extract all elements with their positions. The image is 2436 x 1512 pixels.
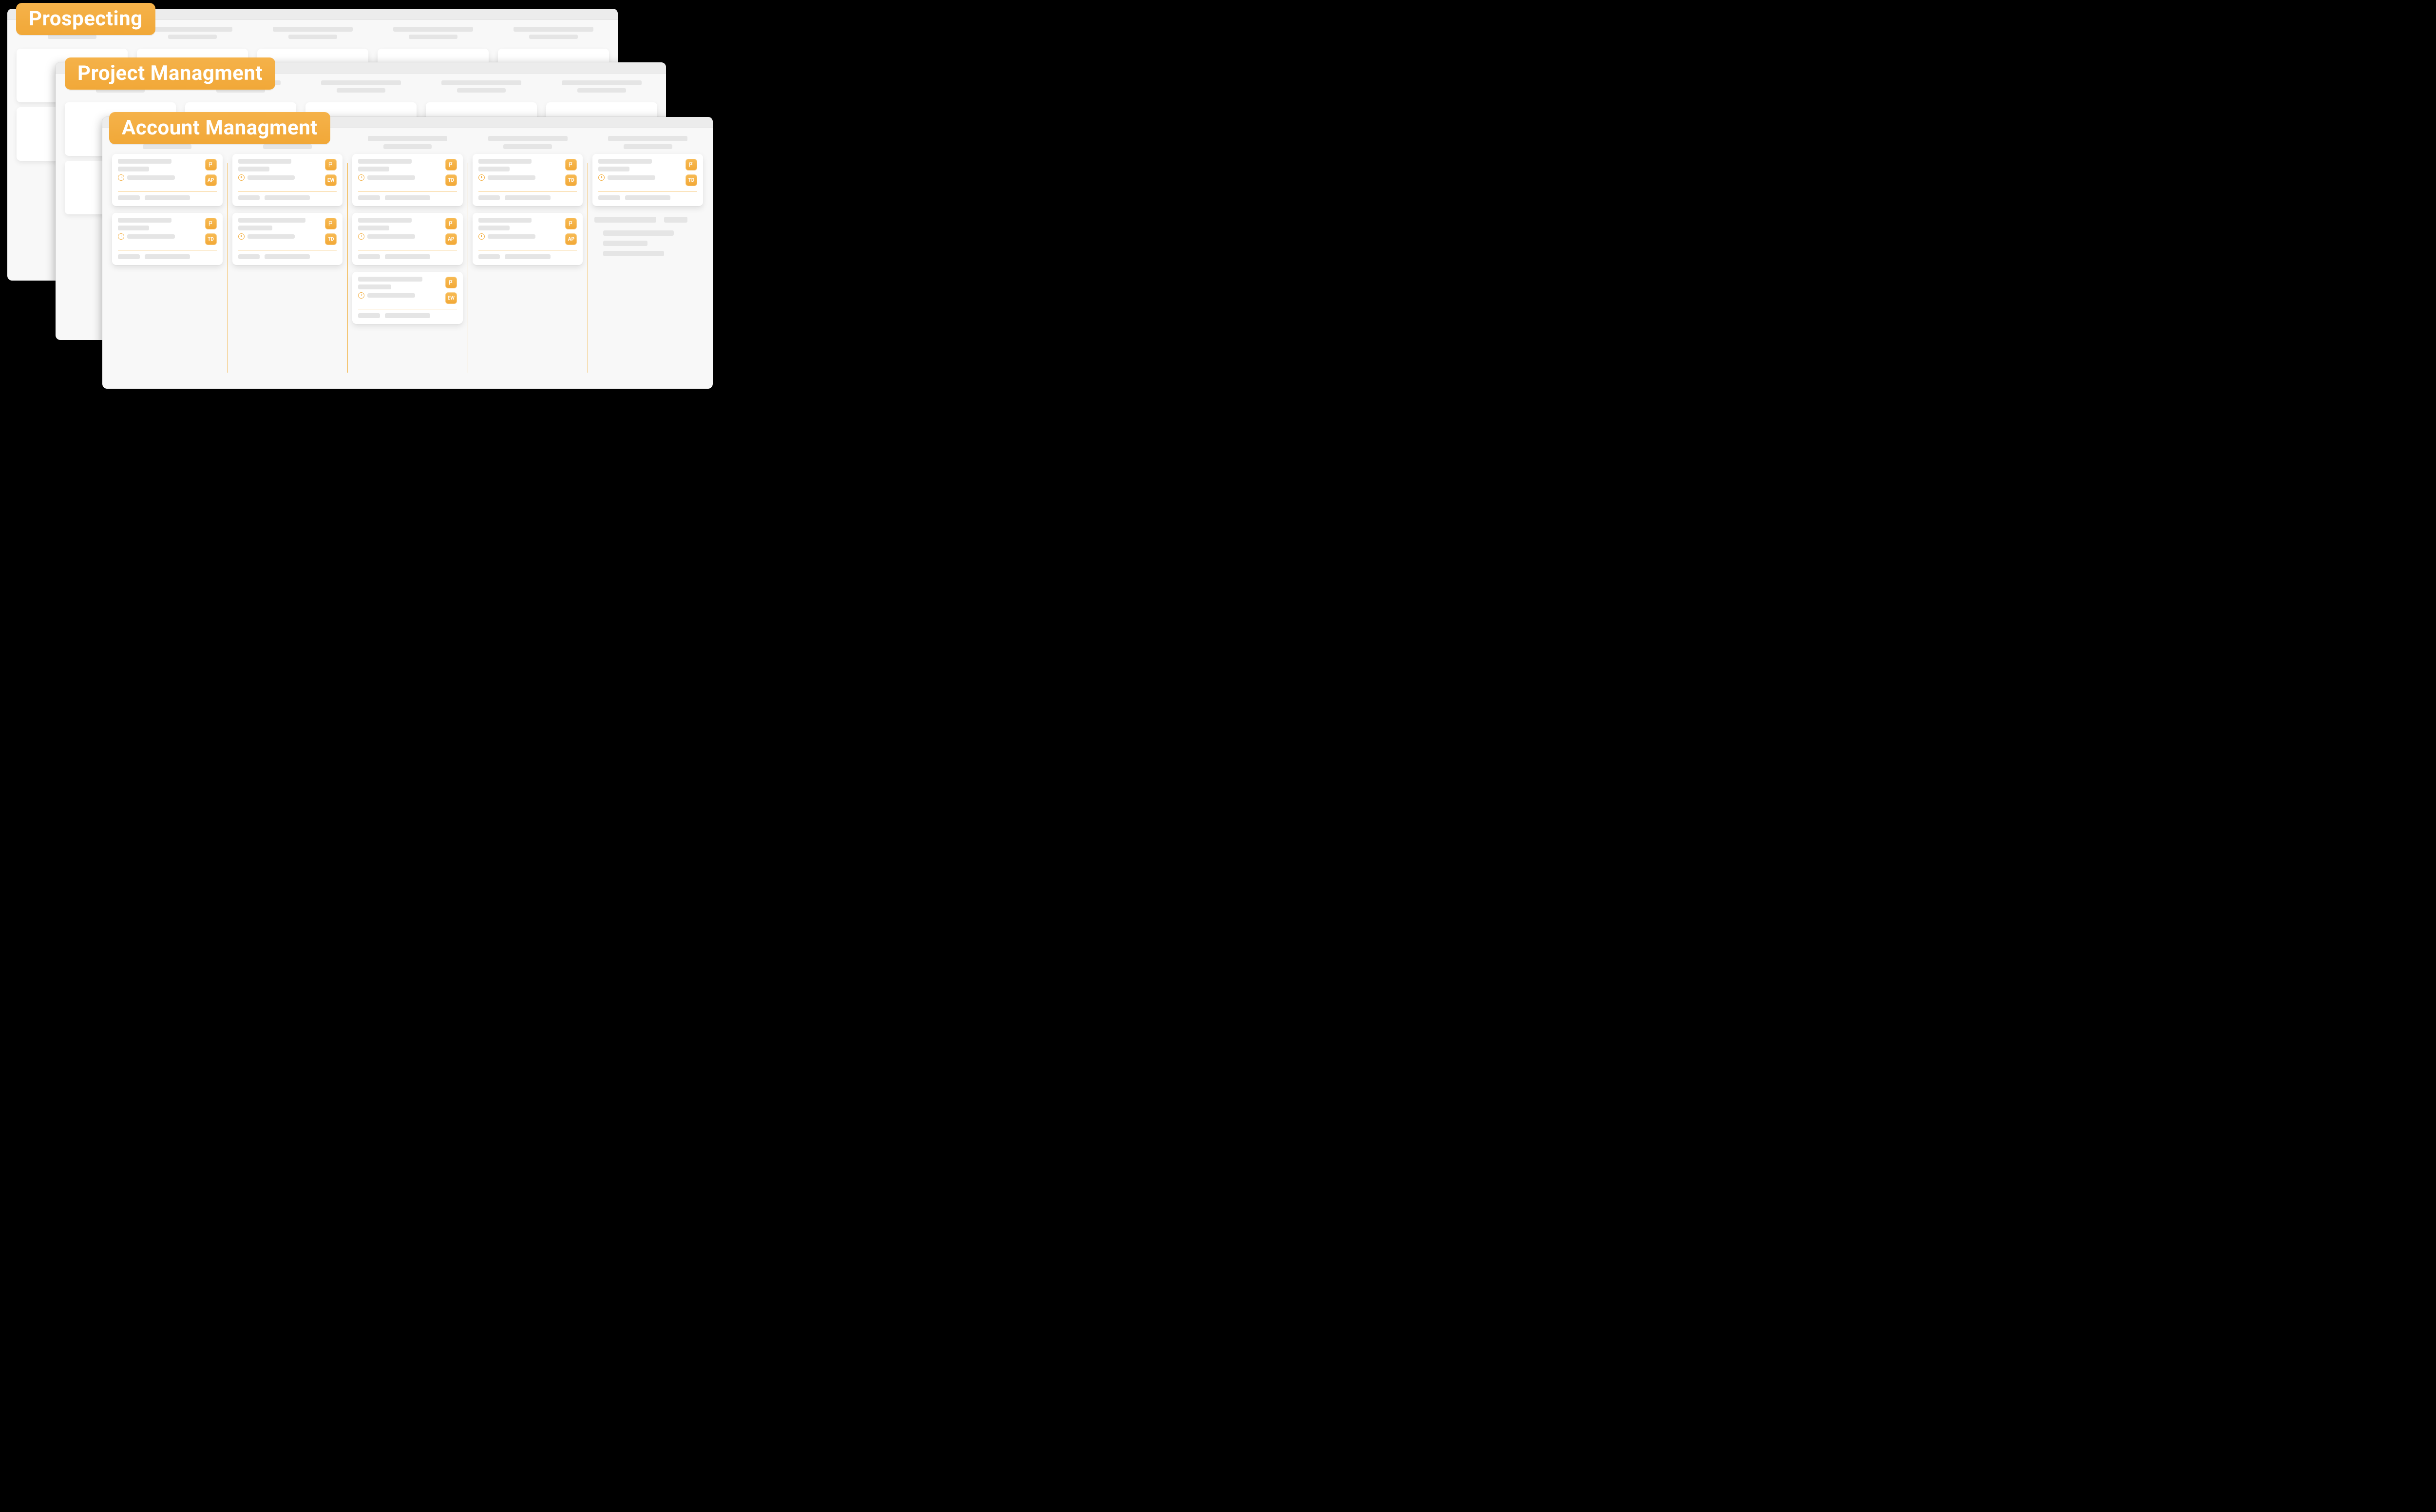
assignee-avatar[interactable]: TD — [685, 174, 697, 186]
clock-icon — [358, 233, 364, 240]
assignee-avatar[interactable]: EW — [445, 292, 457, 304]
kanban-card[interactable]: TD — [232, 213, 343, 265]
column-header — [592, 134, 703, 149]
assignee-avatar[interactable]: TD — [445, 174, 457, 186]
clock-icon — [238, 174, 245, 181]
flag-icon[interactable] — [445, 277, 457, 288]
clock-icon — [118, 233, 124, 240]
flag-icon[interactable] — [205, 159, 217, 170]
assignee-avatar[interactable]: AP — [205, 174, 217, 186]
card-title-placeholder — [118, 159, 171, 164]
column-header — [352, 134, 463, 149]
assignee-avatar[interactable]: AP — [445, 233, 457, 245]
clock-icon — [478, 233, 485, 240]
clock-icon — [478, 174, 485, 181]
flag-icon[interactable] — [325, 218, 337, 229]
kanban-card[interactable]: AP — [112, 154, 223, 206]
flag-icon[interactable] — [565, 159, 577, 170]
clock-icon — [598, 174, 605, 181]
assignee-avatar[interactable]: TD — [325, 233, 337, 245]
kanban-card[interactable]: EW — [352, 272, 463, 324]
kanban-column[interactable]: AP TD — [107, 131, 228, 379]
kanban-column[interactable]: TD AP — [347, 131, 468, 379]
kanban-column[interactable]: TD — [588, 131, 708, 379]
kanban-column[interactable]: TD AP — [468, 131, 588, 379]
kanban-columns: AP TD — [102, 128, 713, 389]
flag-icon[interactable] — [685, 159, 697, 170]
card-subtitle-placeholder — [118, 167, 149, 171]
kanban-column[interactable]: EW TD — [228, 131, 348, 379]
kanban-card[interactable]: AP — [473, 213, 583, 265]
board-badge-project-management: Project Managment — [65, 57, 275, 90]
card-date-placeholder — [127, 175, 175, 180]
kanban-card[interactable]: EW — [232, 154, 343, 206]
assignee-avatar[interactable]: EW — [325, 174, 337, 186]
board-badge-prospecting: Prospecting — [16, 3, 155, 35]
flag-icon[interactable] — [205, 218, 217, 229]
flag-icon[interactable] — [565, 218, 577, 229]
kanban-card[interactable]: TD — [592, 154, 703, 206]
flag-icon[interactable] — [445, 159, 457, 170]
clock-icon — [118, 174, 124, 181]
kanban-card[interactable]: AP — [352, 213, 463, 265]
kanban-card[interactable]: TD — [473, 154, 583, 206]
flag-icon[interactable] — [445, 218, 457, 229]
board-badge-account-management: Account Managment — [109, 112, 330, 144]
add-card-placeholder[interactable] — [592, 213, 703, 260]
clock-icon — [238, 233, 245, 240]
clock-icon — [358, 292, 364, 299]
assignee-avatar[interactable]: AP — [565, 233, 577, 245]
column-header — [473, 134, 583, 149]
clock-icon — [358, 174, 364, 181]
flag-icon[interactable] — [325, 159, 337, 170]
board-window-account-management[interactable]: AP TD — [102, 117, 713, 389]
kanban-card[interactable]: TD — [112, 213, 223, 265]
kanban-card[interactable]: TD — [352, 154, 463, 206]
assignee-avatar[interactable]: TD — [205, 233, 217, 245]
assignee-avatar[interactable]: TD — [565, 174, 577, 186]
